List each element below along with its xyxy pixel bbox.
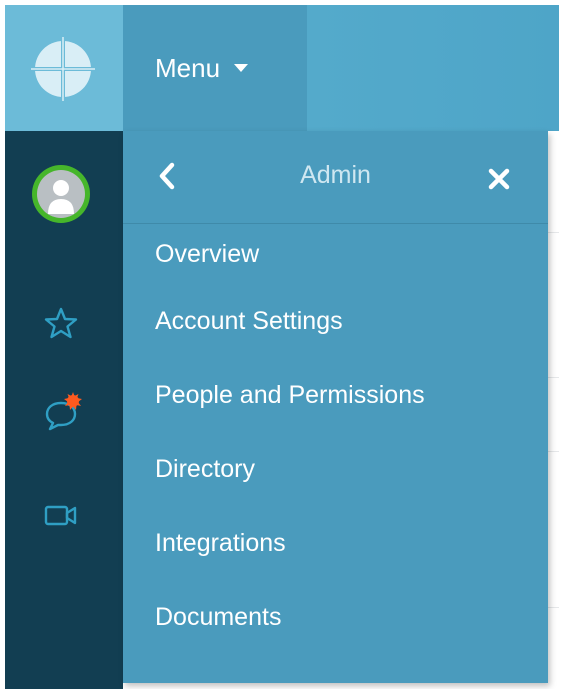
dropdown-header: Admin xyxy=(123,131,548,224)
menu-item-documents[interactable]: Documents xyxy=(123,580,548,654)
menu-item-account-settings[interactable]: Account Settings xyxy=(123,284,548,358)
menu-item-directory[interactable]: Directory xyxy=(123,432,548,506)
menu-label: Menu xyxy=(155,52,221,83)
caret-down-icon xyxy=(234,64,249,72)
dropdown-menu-list: Overview Account Settings People and Per… xyxy=(123,224,548,654)
menu-button[interactable]: Menu xyxy=(123,5,307,131)
close-icon[interactable] xyxy=(487,167,511,191)
notification-badge xyxy=(64,392,82,410)
dropdown-title: Admin xyxy=(300,161,371,189)
menu-item-people-and-permissions[interactable]: People and Permissions xyxy=(123,358,548,432)
video-camera-icon[interactable] xyxy=(43,497,79,533)
user-avatar[interactable] xyxy=(32,165,90,223)
menu-item-overview[interactable]: Overview xyxy=(123,224,548,284)
star-icon[interactable] xyxy=(43,305,79,341)
user-avatar-icon xyxy=(37,170,85,218)
crosshair-globe-icon xyxy=(31,37,95,101)
logo-area[interactable] xyxy=(5,5,123,131)
left-rail xyxy=(5,131,123,689)
admin-menu-dropdown: Admin Overview Account Settings People a… xyxy=(123,131,548,683)
chat-button[interactable] xyxy=(43,392,82,431)
top-bar: Menu xyxy=(5,5,559,131)
app-window: Menu Admin Overview Account Settings Peo… xyxy=(5,5,559,689)
menu-item-integrations[interactable]: Integrations xyxy=(123,506,548,580)
